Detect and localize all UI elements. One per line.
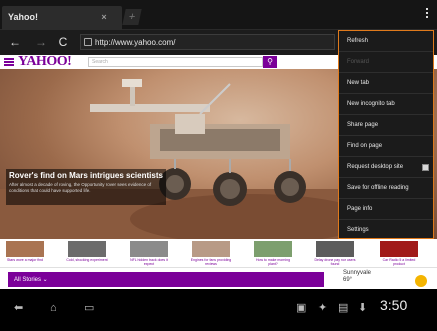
thumbnail-item[interactable]: Cold, shocking experiment xyxy=(66,241,108,265)
clock[interactable]: 3:50 xyxy=(380,297,407,313)
thumbnail-item[interactable]: NFL hidden track does it expect xyxy=(128,241,170,266)
thumbnail-item[interactable]: Car Radio 5 a limited product xyxy=(378,241,420,266)
home-icon[interactable]: ⌂ xyxy=(50,301,57,315)
reload-icon[interactable]: C xyxy=(56,35,70,49)
menu-item-save-offline[interactable]: Save for offline reading xyxy=(339,178,433,199)
stories-section: All Stories ⌄ Sunnyvale 69° xyxy=(0,267,437,289)
hamburger-icon[interactable] xyxy=(4,58,14,66)
desktop-site-checkbox[interactable] xyxy=(422,164,429,171)
system-bar: ⬅ ⌂ ▭ ▣ ✦ ▤ ⬇ 3:50 xyxy=(0,289,437,331)
back-icon[interactable]: ⬅ xyxy=(14,301,23,315)
menu-item-new-tab[interactable]: New tab xyxy=(339,73,433,94)
tab-strip: Yahoo! × + xyxy=(0,0,437,30)
thumbnail-item[interactable]: Stars wore a major find xyxy=(4,241,46,265)
menu-item-find-on-page[interactable]: Find on page xyxy=(339,136,433,157)
sun-icon xyxy=(415,275,427,287)
thumbnail-item[interactable]: Delay drone pay nor users found xyxy=(314,241,356,266)
menu-item-label: Request desktop site xyxy=(347,164,404,170)
search-icon[interactable]: ⚲ xyxy=(263,56,277,68)
tab-title: Yahoo! xyxy=(8,12,39,22)
weather-city: Sunnyvale xyxy=(343,270,372,276)
url-input[interactable]: http://www.yahoo.com/ xyxy=(80,34,335,50)
menu-item-refresh[interactable]: Refresh xyxy=(339,31,433,52)
tab-yahoo[interactable]: Yahoo! × xyxy=(2,6,122,30)
menu-item-share-page[interactable]: Share page xyxy=(339,115,433,136)
globe-icon xyxy=(84,38,92,46)
back-icon[interactable]: ← xyxy=(8,35,22,49)
usb-icon[interactable]: ✦ xyxy=(318,301,327,315)
hero-headline[interactable]: Rover's find on Mars intrigues scientist… xyxy=(9,171,169,180)
forward-icon[interactable]: → xyxy=(34,35,48,49)
download-icon[interactable]: ⬇ xyxy=(358,301,367,315)
overflow-menu: Refresh Forward New tab New incognito ta… xyxy=(338,30,434,239)
weather-widget[interactable]: Sunnyvale 69° xyxy=(343,270,428,289)
gallery-icon[interactable]: ▤ xyxy=(338,301,348,315)
all-stories-dropdown[interactable]: All Stories ⌄ xyxy=(8,272,324,287)
screenshot-icon[interactable]: ▣ xyxy=(296,301,306,315)
menu-item-page-info[interactable]: Page info xyxy=(339,199,433,220)
yahoo-logo[interactable]: YAHOO! xyxy=(18,55,72,70)
mars-rover-image xyxy=(0,79,340,239)
recent-apps-icon[interactable]: ▭ xyxy=(84,301,94,315)
menu-item-forward: Forward xyxy=(339,52,433,73)
new-tab-button[interactable]: + xyxy=(122,9,142,25)
url-text: http://www.yahoo.com/ xyxy=(95,38,176,47)
menu-item-new-incognito-tab[interactable]: New incognito tab xyxy=(339,94,433,115)
thumbnail-item[interactable]: Engines for fans providing reviews xyxy=(190,241,232,266)
yahoo-search-input[interactable]: Search xyxy=(88,57,263,67)
menu-item-request-desktop-site[interactable]: Request desktop site xyxy=(339,157,433,178)
thumbnail-item[interactable]: How to make morning plant? xyxy=(252,241,294,266)
menu-item-settings[interactable]: Settings xyxy=(339,220,433,241)
tab-close-icon[interactable]: × xyxy=(99,12,109,22)
overflow-menu-icon[interactable] xyxy=(424,8,430,22)
hero-body: After almost a decade of roving, the Opp… xyxy=(9,182,152,193)
story-thumbnails: Stars wore a major find Cold, shocking e… xyxy=(0,239,437,267)
